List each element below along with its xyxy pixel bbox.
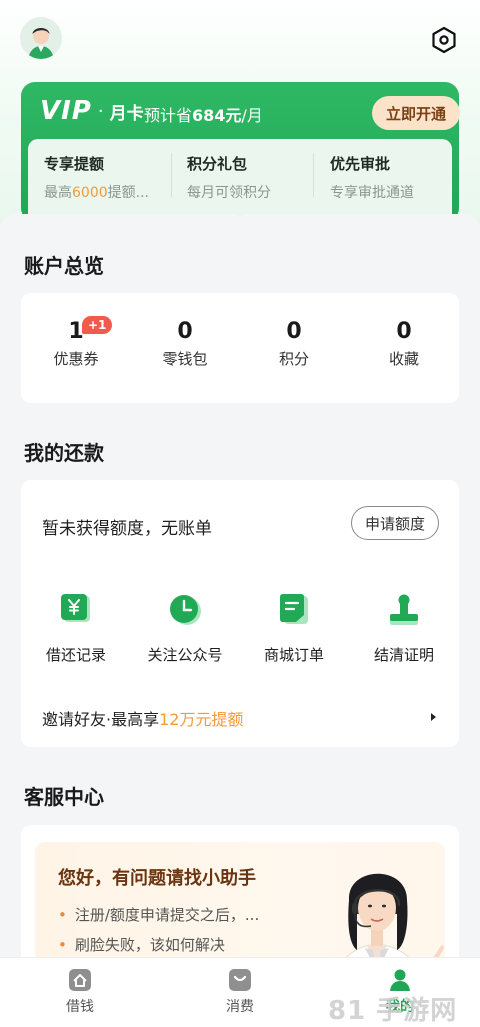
tab-consume[interactable]: 消费 [190,968,290,1016]
vip-benefit-sub: 每月可领积分 [187,185,271,201]
vip-benefit-sub: 最高6000提额... [44,182,149,202]
vip-benefit-sub: 专享审批通道 [330,185,414,201]
tool-label: 商城订单 [263,646,324,664]
bullet: • [58,936,67,954]
service-title: 客服中心 [24,785,104,809]
repay-title: 我的还款 [24,441,104,465]
avatar[interactable] [20,17,62,59]
coupon-badge: +1 [82,316,113,334]
yen-card-icon [58,592,94,628]
overview-card: 1 优惠券 0 零钱包 0 积分 0 收藏 [21,293,459,403]
vip-benefit-title: 积分礼包 [187,155,248,173]
vip-save-suffix: /月 [241,106,263,125]
stat-label: 零钱包 [162,350,208,368]
apply-quota-button[interactable]: 申请额度 [351,506,439,540]
tool-label: 借还记录 [45,646,106,664]
vip-logo: VIP · 月卡 [40,96,144,126]
repay-status-text: 暂未获得额度，无账单 [42,519,212,539]
repay-card: 暂未获得额度，无账单 申请额度 借还记录 关注公众号 商城订单 结清证明 邀请好… [21,480,459,747]
stat-value: 0 [286,319,302,344]
home-icon [68,968,92,992]
shopping-bag-icon [228,968,252,992]
tool-label: 结清证明 [373,646,434,664]
tab-borrow[interactable]: 借钱 [30,968,130,1016]
vip-logo-text: VIP [40,96,92,126]
vip-benefit-sub-highlight: 6000 [72,185,108,201]
clock-icon [167,592,203,628]
tool-follow-account[interactable]: 关注公众号 [130,592,240,665]
helper-faq-item[interactable]: • 刷脸失败，该如何解决 [58,934,225,955]
stat-coupons[interactable]: 1 优惠券 [21,319,131,369]
order-doc-icon [276,592,312,628]
stat-label: 积分 [278,350,309,368]
vip-notch [228,207,252,217]
vip-save-prefix: 预计省 [144,106,193,125]
vip-benefit-title: 专享提额 [44,155,105,173]
stamp-icon [386,592,422,628]
divider [313,153,314,197]
helper-title: 您好，有问题请找小助手 [58,868,256,889]
vip-save-amount: 684元 [192,106,242,125]
tool-settlement-proof[interactable]: 结清证明 [349,592,459,665]
vip-benefit-priority[interactable]: 优先审批 专享审批通道 [330,153,414,202]
user-avatar-icon [20,17,62,59]
tab-label: 借钱 [66,999,94,1015]
stat-label: 收藏 [388,350,419,368]
vip-benefit-title: 优先审批 [330,155,391,173]
vip-benefit-sub-prefix: 最高 [44,185,72,201]
invite-highlight: 12万元提额 [159,710,244,729]
stat-value: 0 [396,319,412,344]
person-icon [388,968,412,992]
header [0,0,480,78]
helper-faq-text: 注册/额度申请提交之后，... [74,906,260,924]
helper-faq-item[interactable]: • 注册/额度申请提交之后，... [58,904,259,925]
stat-favorites[interactable]: 0 收藏 [349,319,459,369]
stat-value: 0 [177,319,193,344]
stat-label: 优惠券 [53,350,99,368]
stat-points[interactable]: 0 积分 [239,319,349,369]
vip-open-button[interactable]: 立即开通 [372,96,460,130]
overview-title: 账户总览 [24,254,104,278]
invite-prefix: 邀请好友·最高享 [42,710,160,729]
tool-loan-records[interactable]: 借还记录 [21,592,131,665]
tab-label: 消费 [226,999,254,1015]
tool-label: 关注公众号 [147,646,223,664]
vip-logo-dot: · [97,100,104,122]
settings-button[interactable] [428,24,460,56]
vip-card[interactable]: VIP · 月卡 预计省684元/月 立即开通 专享提额 最高6000提额...… [21,82,460,222]
tool-mall-orders[interactable]: 商城订单 [239,592,349,665]
chevron-right-icon[interactable] [429,709,439,723]
vip-savings: 预计省684元/月 [144,102,263,126]
divider [171,153,172,197]
vip-benefit-boost[interactable]: 专享提额 最高6000提额... [44,153,149,202]
watermark: 81 手游网 [328,996,458,1026]
vip-benefit-points[interactable]: 积分礼包 每月可领积分 [187,153,271,202]
helper-faq-text: 刷脸失败，该如何解决 [74,936,225,954]
invite-friends-link[interactable]: 邀请好友·最高享12万元提额 [42,706,243,730]
bullet: • [58,906,67,924]
stat-wallet[interactable]: 0 零钱包 [130,319,240,369]
settings-icon [432,26,456,54]
vip-logo-card: 月卡 [109,103,144,124]
stat-value: 1 [68,319,84,344]
vip-benefit-sub-suffix: 提额... [107,185,149,201]
